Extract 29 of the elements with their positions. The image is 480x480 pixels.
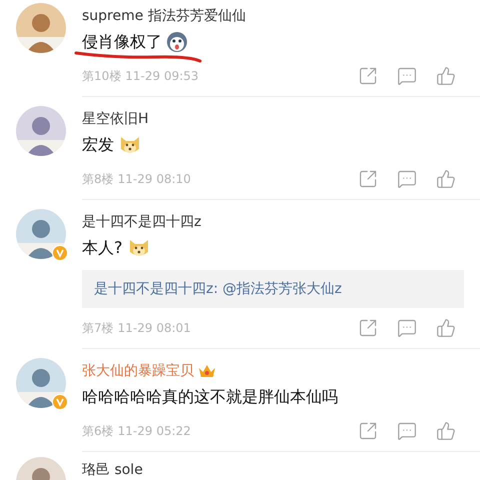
reply-quote[interactable]: 是十四不是四十四z: @指法芬芳张大仙z: [82, 270, 464, 308]
timestamp: 11-29 05:22: [118, 423, 191, 440]
comment-text: 侵肖像权了: [82, 31, 162, 53]
share-icon[interactable]: [358, 66, 378, 86]
username[interactable]: 是十四不是四十四z: [82, 212, 202, 232]
comment-icon[interactable]: [397, 421, 417, 441]
like-icon[interactable]: [436, 421, 456, 441]
comment-icon[interactable]: [397, 169, 417, 189]
timestamp: 11-29 08:01: [118, 320, 191, 337]
comment-text: 本人?: [82, 237, 122, 259]
floor-number: 第7楼: [82, 320, 114, 337]
like-icon[interactable]: [436, 318, 456, 338]
floor-number: 第10楼: [82, 68, 122, 85]
floor-number: 第6楼: [82, 423, 114, 440]
comment-icon[interactable]: [397, 318, 417, 338]
share-icon[interactable]: [358, 318, 378, 338]
timestamp: 11-29 08:10: [118, 171, 191, 188]
share-icon[interactable]: [358, 421, 378, 441]
like-icon[interactable]: [436, 66, 456, 86]
username[interactable]: 珞邑 sole: [82, 460, 143, 480]
floor-number: 第8楼: [82, 171, 114, 188]
comment-icon[interactable]: [397, 66, 417, 86]
like-icon[interactable]: [436, 169, 456, 189]
username[interactable]: 星空依旧H: [82, 109, 149, 129]
share-icon[interactable]: [358, 169, 378, 189]
username[interactable]: supreme 指法芬芳爱仙仙: [82, 6, 246, 26]
timestamp: 11-29 09:53: [125, 68, 199, 85]
comment-text: 宏发: [82, 134, 114, 156]
comment-text: 哈哈哈哈哈真的这不就是胖仙本仙吗: [82, 386, 338, 408]
